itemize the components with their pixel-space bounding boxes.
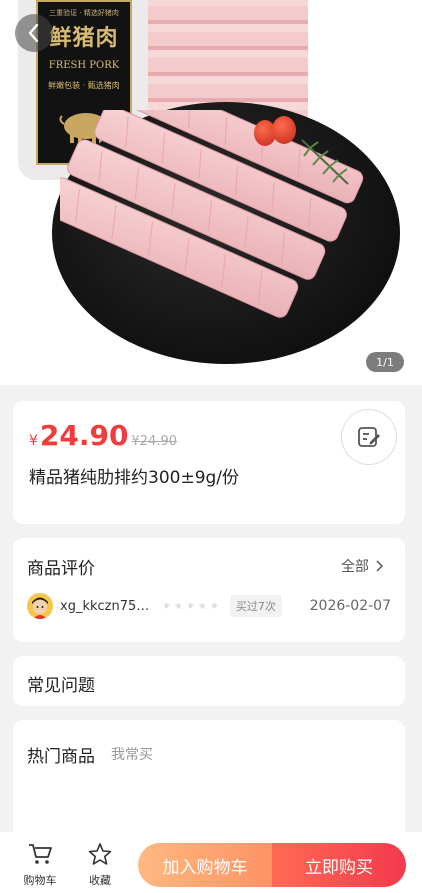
chevron-right-icon [376,560,383,572]
edit-note-button[interactable] [341,409,397,465]
price-card: ¥ 24.90 ¥24.90 精品猪纯肋排约300±9g/份 [13,401,405,524]
label-en-title: FRESH PORK [48,60,120,71]
current-price: 24.90 [39,419,129,452]
hot-products-title[interactable]: 热门商品 [27,742,95,767]
edit-note-icon [358,427,380,447]
star-icon: ★ [185,600,195,612]
cart-label: 购物车 [23,874,57,887]
tomato-slice [272,116,296,144]
favorite-label: 收藏 [89,874,111,887]
see-all-label: 全部 [341,559,369,575]
rosemary-garnish [301,139,349,185]
price-row: ¥ 24.90 ¥24.90 [29,419,177,452]
product-image-area[interactable]: 三重验证 · 精选好猪肉 鲜猪肉 FRESH PORK 鲜嫩包装 · 甄选猪肉 [0,0,422,385]
reviews-card: 商品评价 全部 xg_kkczn75… ★ ★ ★ ★ ★ 买过7次 2026- [13,538,405,642]
back-button[interactable] [15,14,53,52]
see-all-reviews-link[interactable]: 全部 [341,556,383,576]
review-date: 2026-02-07 [309,598,391,614]
star-rating: ★ ★ ★ ★ ★ [162,601,219,612]
shopping-cart-icon [29,844,52,864]
star-icon: ★ [173,600,183,612]
reviews-title: 商品评价 [27,559,95,579]
frequently-bought-tab[interactable]: 我常买 [111,744,153,764]
faq-title: 常见问题 [27,676,95,696]
bottom-action-bar: 购物车 收藏 加入购物车 立即购买 [0,832,422,893]
avatar [27,593,53,619]
reviewer-name: xg_kkczn75… [60,598,150,614]
faq-card[interactable]: 常见问题 [13,656,405,706]
currency-symbol: ¥ [29,433,38,449]
original-price: ¥24.90 [131,434,178,449]
chevron-left-icon [28,23,39,43]
buy-now-button[interactable]: 立即购买 [272,843,406,887]
cart-tab-button[interactable]: 购物车 [18,842,62,888]
label-tagline: 三重验证 · 精选好猪肉 [49,9,119,17]
review-item[interactable]: xg_kkczn75… ★ ★ ★ ★ ★ 买过7次 2026-02-07 [27,591,391,621]
user-avatar-icon [27,593,53,619]
image-counter: 1/1 [366,352,404,372]
star-outline-icon [88,843,112,865]
star-icon: ★ [197,600,207,612]
product-title: 精品猪纯肋排约300±9g/份 [29,468,240,488]
star-icon: ★ [162,600,171,612]
favorite-button[interactable]: 收藏 [78,842,122,888]
star-icon: ★ [209,600,219,612]
add-to-cart-button[interactable]: 加入购物车 [138,843,272,887]
label-subtitle: 鲜嫩包装 · 甄选猪肉 [48,81,120,90]
purchase-count-badge: 买过7次 [229,595,282,617]
